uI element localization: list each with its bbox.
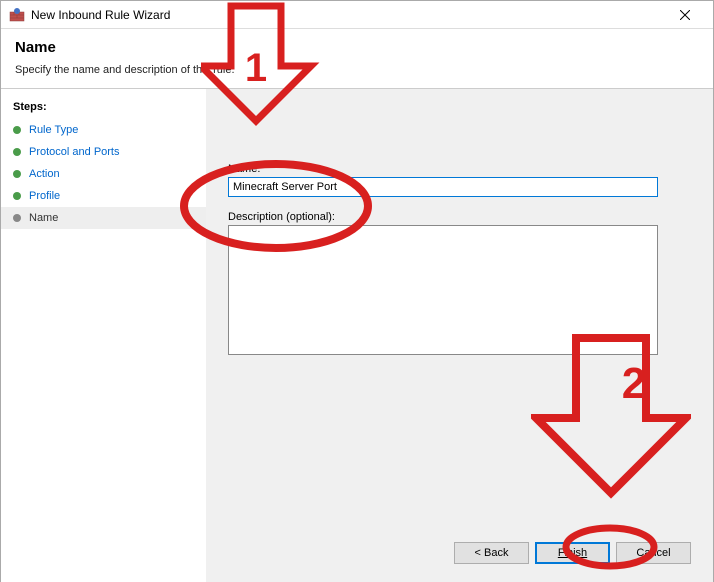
name-input[interactable] (228, 177, 658, 197)
step-profile[interactable]: Profile (1, 185, 206, 207)
step-label: Profile (29, 190, 60, 202)
finish-button[interactable]: Finish (535, 542, 610, 564)
step-label: Name (29, 212, 58, 224)
step-bullet-icon (13, 126, 21, 134)
step-bullet-icon (13, 192, 21, 200)
cancel-button[interactable]: Cancel (616, 542, 691, 564)
step-rule-type[interactable]: Rule Type (1, 119, 206, 141)
steps-title: Steps: (1, 97, 206, 119)
step-protocol-ports[interactable]: Protocol and Ports (1, 141, 206, 163)
back-button[interactable]: < Back (454, 542, 529, 564)
wizard-body: Steps: Rule Type Protocol and Ports Acti… (1, 88, 713, 582)
step-bullet-icon (13, 148, 21, 156)
description-textarea[interactable] (228, 225, 658, 355)
wizard-header: Name Specify the name and description of… (1, 29, 713, 88)
step-label: Rule Type (29, 124, 78, 136)
name-label: Name: (228, 163, 691, 175)
titlebar-text: New Inbound Rule Wizard (31, 8, 665, 22)
close-button[interactable] (665, 2, 705, 28)
step-bullet-icon (13, 170, 21, 178)
main-panel: Name: Description (optional): < Back Fin… (206, 89, 713, 582)
step-bullet-icon (13, 214, 21, 222)
wizard-window: New Inbound Rule Wizard Name Specify the… (0, 0, 714, 582)
page-heading: Name (15, 39, 699, 56)
page-description: Specify the name and description of this… (15, 64, 699, 76)
firewall-icon (9, 7, 25, 23)
step-label: Protocol and Ports (29, 146, 120, 158)
step-name[interactable]: Name (1, 207, 206, 229)
step-action[interactable]: Action (1, 163, 206, 185)
button-row: < Back Finish Cancel (454, 542, 691, 564)
description-label: Description (optional): (228, 211, 691, 223)
step-label: Action (29, 168, 60, 180)
steps-sidebar: Steps: Rule Type Protocol and Ports Acti… (1, 89, 206, 582)
titlebar: New Inbound Rule Wizard (1, 1, 713, 29)
